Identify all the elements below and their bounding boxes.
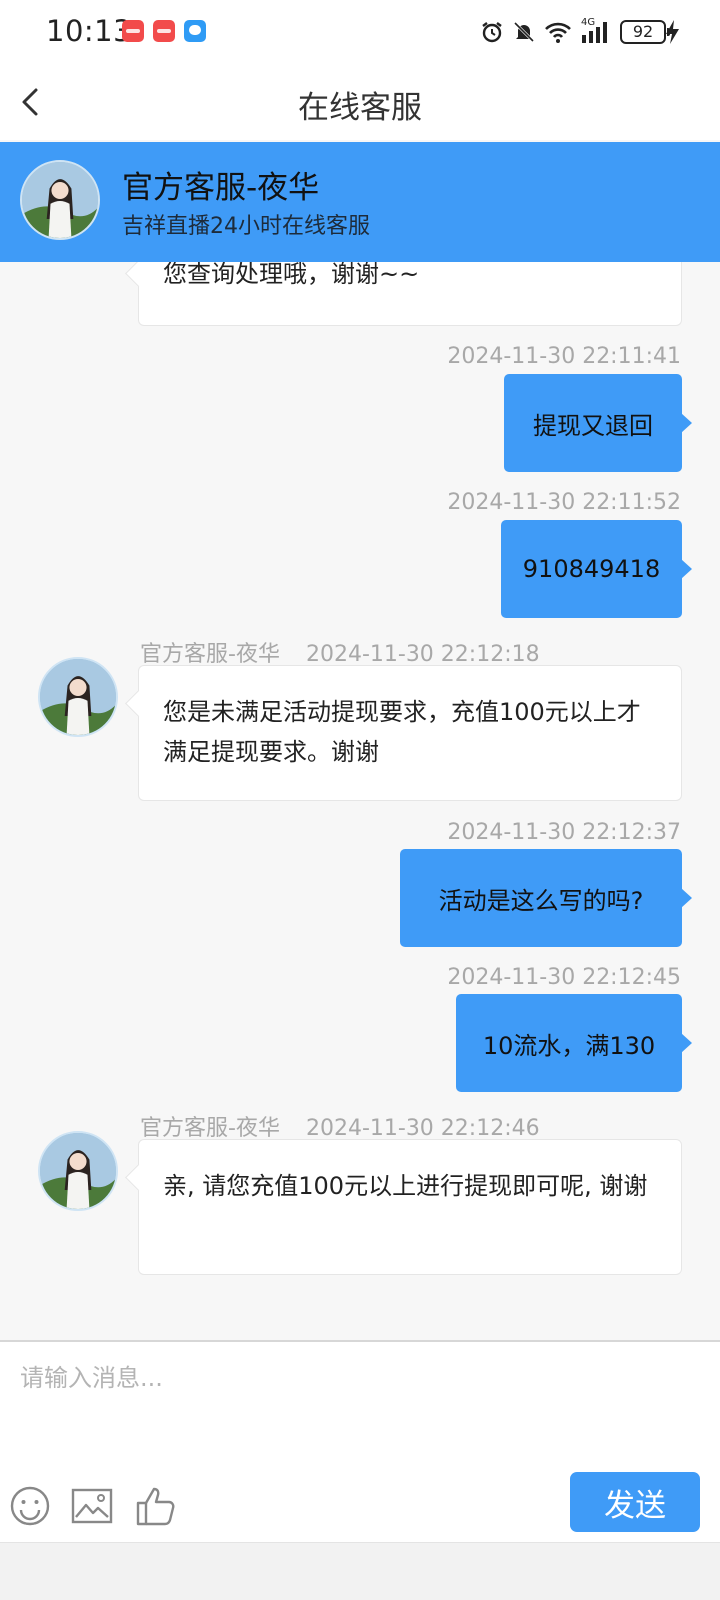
app-notification-icon (122, 20, 144, 42)
message-text: 10流水，满130 (482, 1031, 656, 1060)
charging-bolt-icon (666, 20, 679, 44)
message-time: 2024-11-30 22:12:37 (447, 820, 681, 845)
message-text: 您查询处理哦，谢谢~~ (163, 260, 420, 288)
composer: 发送 (0, 1340, 720, 1542)
mute-bell-icon (513, 21, 535, 43)
message-time: 2024-11-30 22:11:41 (447, 344, 681, 369)
message-text: 您是未满足活动提现要求，充值100元以上才满足提现要求。谢谢 (163, 698, 641, 766)
cellular-signal-icon: 4G (580, 17, 612, 45)
system-nav-area (0, 1542, 720, 1600)
message-text: 910849418 (522, 555, 661, 583)
message-input[interactable] (20, 1354, 680, 1402)
agent-info-header: 官方客服-夜华 吉祥直播24小时在线客服 (0, 142, 720, 262)
message-time: 2024-11-30 22:12:45 (447, 965, 681, 990)
sender-name: 官方客服-夜华 (140, 1116, 280, 1141)
message-meta: 官方客服-夜华 2024-11-30 22:12:46 (140, 1110, 566, 1142)
message-time: 2024-11-30 22:12:18 (305, 642, 540, 667)
chat-screen: 10:13 4G 92 在线客服 您查询处理哦，谢谢~~ 2024-11-30 … (0, 0, 720, 1600)
agent-name: 官方客服-夜华 (122, 170, 320, 206)
emoji-icon[interactable] (8, 1484, 52, 1528)
message-meta: 官方客服-夜华 2024-11-30 22:12:18 (140, 636, 566, 668)
agent-avatar (38, 1131, 118, 1211)
message-text: 提现又退回 (533, 411, 653, 440)
wifi-icon (545, 22, 571, 43)
user-message-bubble: 910849418 (501, 520, 692, 618)
user-message-bubble: 活动是这么写的吗? (400, 849, 692, 947)
status-bar: 10:13 4G 92 (0, 0, 720, 64)
agent-header-avatar (20, 160, 100, 240)
thumbs-up-icon[interactable] (134, 1484, 178, 1528)
status-time: 10:13 (46, 14, 133, 48)
battery-indicator: 92 (620, 20, 670, 44)
message-time: 2024-11-30 22:11:52 (447, 490, 681, 515)
page-title: 在线客服 (298, 90, 422, 126)
message-time: 2024-11-30 22:12:46 (305, 1116, 540, 1141)
sender-name: 官方客服-夜华 (140, 642, 280, 667)
agent-message-bubble: 您是未满足活动提现要求，充值100元以上才满足提现要求。谢谢 (138, 665, 682, 801)
message-notification-icon (184, 20, 206, 42)
send-button[interactable]: 发送 (570, 1472, 700, 1532)
agent-avatar (38, 657, 118, 737)
alarm-icon (482, 22, 502, 43)
message-text: 亲, 请您充值100元以上进行提现即可呢, 谢谢 (163, 1172, 648, 1200)
message-list[interactable]: 您查询处理哦，谢谢~~ 2024-11-30 22:11:41 提现又退回 20… (0, 140, 720, 1340)
app-notification-icon (153, 20, 175, 42)
image-icon[interactable] (70, 1484, 114, 1528)
status-icons: 4G 92 (480, 17, 670, 46)
message-text: 活动是这么写的吗? (438, 886, 644, 915)
user-message-bubble: 提现又退回 (504, 374, 692, 472)
agent-description: 吉祥直播24小时在线客服 (122, 214, 370, 239)
nav-bar: 在线客服 (0, 64, 720, 140)
user-message-bubble: 10流水，满130 (456, 994, 692, 1092)
agent-message-bubble: 亲, 请您充值100元以上进行提现即可呢, 谢谢 (138, 1139, 682, 1275)
